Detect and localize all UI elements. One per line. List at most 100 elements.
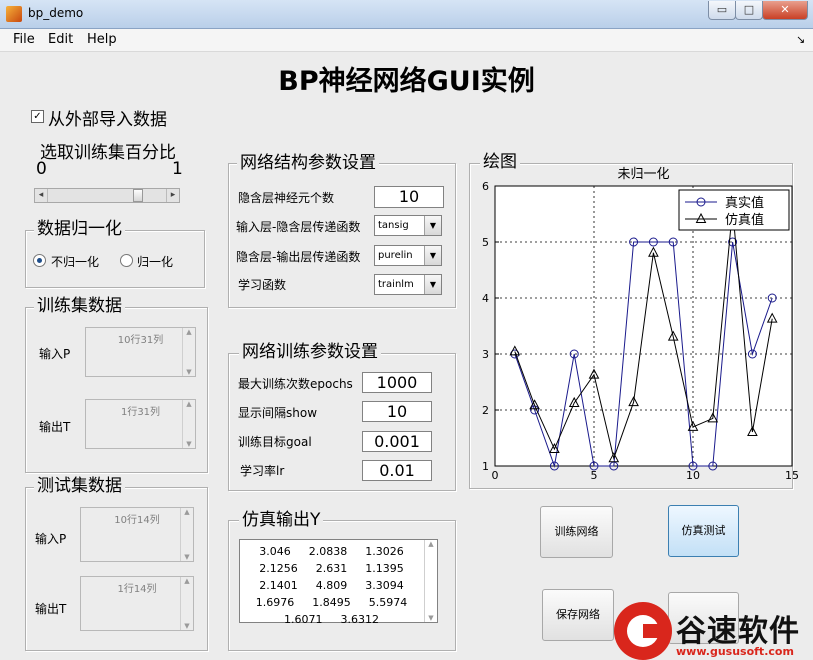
chevron-down-icon[interactable]: ▼ (424, 275, 441, 294)
output-cell: 1.8495 (312, 596, 351, 609)
in-hidden-fn-value: tansig (378, 220, 409, 231)
scroll-down-icon[interactable]: ▼ (183, 440, 195, 448)
radio-normalize-label: 归一化 (137, 255, 174, 269)
scroll-down-icon[interactable]: ▼ (425, 614, 437, 622)
scroll-down-icon[interactable]: ▼ (181, 553, 193, 561)
test-data-title: 测试集数据 (34, 476, 125, 496)
lr-label: 学习率lr (240, 464, 285, 478)
output-cell: 1.6976 (255, 596, 295, 609)
menu-bar (0, 29, 813, 52)
epochs-input[interactable]: 1000 (362, 372, 432, 393)
lr-input[interactable]: 0.01 (362, 460, 432, 481)
test-input-box[interactable]: 10行14列 ▲ ▼ (80, 507, 194, 562)
slider-right-arrow-icon[interactable]: ▸ (166, 189, 179, 202)
matlab-icon (6, 6, 22, 22)
test-input-label: 输入P (35, 532, 67, 546)
slider-left-arrow-icon[interactable]: ◂ (35, 189, 48, 202)
structure-title: 网络结构参数设置 (237, 153, 379, 173)
scroll-up-icon[interactable]: ▲ (425, 540, 437, 548)
output-cell: 3.3094 (365, 579, 404, 592)
scroll-up-icon[interactable]: ▲ (183, 400, 195, 408)
scroll-up-icon[interactable]: ▲ (183, 328, 195, 336)
radio-normalize[interactable] (120, 254, 133, 267)
radio-selected-dot (37, 258, 42, 263)
hidden-out-fn-select[interactable]: purelin ▼ (374, 245, 442, 266)
slider-thumb[interactable] (132, 189, 143, 202)
train-network-button[interactable]: 训练网络 (540, 506, 613, 558)
split-label: 选取训练集百分比 (40, 143, 176, 163)
radio-no-normalize-label: 不归一化 (51, 255, 100, 269)
sim-output-list[interactable]: 3.046 2.0838 1.3026 2.1256 2.631 1.1395 2.1401… (239, 539, 438, 626)
output-cell: 1.1395 (365, 562, 404, 575)
y-tick-label: 4 (482, 292, 489, 305)
test-input-value: 10行14列 (114, 515, 160, 526)
simulate-test-button[interactable]: 仿真测试 (668, 505, 739, 557)
train-output-label: 输出T (39, 420, 71, 434)
output-row: 1.6976 1.8495 5.5974 (240, 594, 423, 611)
training-title: 网络训练参数设置 (239, 342, 381, 362)
hidden-neurons-input[interactable]: 10 (374, 186, 444, 208)
output-cell: 1.3026 (365, 545, 404, 558)
in-hidden-fn-select[interactable]: tansig ▼ (374, 215, 442, 236)
epochs-label: 最大训练次数epochs (238, 377, 353, 391)
x-tick-label: 10 (686, 469, 700, 482)
y-tick-label: 2 (482, 404, 489, 417)
close-button[interactable]: ✕ (762, 1, 808, 20)
dock-icon[interactable]: ↘ (796, 33, 805, 46)
train-fn-label: 学习函数 (238, 278, 287, 292)
output-cell: 2.1401 (259, 579, 298, 592)
radio-no-normalize[interactable] (33, 254, 46, 267)
output-row: 2.1256 2.631 1.1395 (240, 560, 423, 577)
split-slider[interactable]: ◂ ▸ (34, 188, 180, 203)
hidden-out-fn-label: 隐含层-输出层传递函数 (236, 250, 361, 264)
window-title: bp_demo (28, 6, 84, 20)
chart-title: 未归一化 (617, 167, 669, 182)
legend-label-2: 仿真值 (725, 212, 764, 228)
chevron-down-icon[interactable]: ▼ (424, 216, 441, 235)
train-output-box[interactable]: 1行31列 ▲ ▼ (85, 399, 196, 449)
y-tick-label: 5 (482, 236, 489, 249)
output-cell: 3.046 (259, 545, 291, 558)
scroll-up-icon[interactable]: ▲ (181, 508, 193, 516)
split-min: 0 (36, 159, 47, 179)
page-title: BP神经网络GUI实例 (278, 66, 535, 97)
train-fn-select[interactable]: trainlm ▼ (374, 274, 442, 295)
brand-name: 谷速软件 (676, 614, 800, 649)
train-output-value: 1行31列 (120, 407, 161, 418)
y-tick-label: 6 (482, 180, 489, 193)
check-icon: ✓ (33, 111, 42, 122)
y-tick-label: 3 (482, 348, 489, 361)
output-cell: 2.631 (315, 562, 348, 575)
test-output-box[interactable]: 1行14列 ▲ ▼ (80, 576, 194, 631)
sim-output-title: 仿真输出Y (239, 510, 324, 530)
output-cell: 4.809 (315, 579, 348, 592)
show-input[interactable]: 10 (362, 401, 432, 422)
menu-file[interactable]: File (13, 32, 35, 47)
hidden-out-fn-value: purelin (378, 250, 413, 261)
menu-edit[interactable]: Edit (48, 32, 73, 47)
goal-input[interactable]: 0.001 (362, 431, 432, 452)
menu-help[interactable]: Help (87, 32, 117, 47)
save-network-button[interactable]: 保存网络 (542, 589, 614, 641)
output-cell: 2.1256 (259, 562, 298, 575)
train-input-label: 输入P (39, 347, 71, 361)
train-data-title: 训练集数据 (34, 296, 125, 316)
minimize-button[interactable]: ▭ (708, 1, 736, 20)
x-tick-label: 15 (785, 469, 799, 482)
normalize-panel-title: 数据归一化 (34, 219, 125, 239)
import-checkbox[interactable]: ✓ (31, 110, 44, 123)
scroll-down-icon[interactable]: ▼ (181, 622, 193, 630)
test-output-value: 1行14列 (117, 584, 157, 595)
chevron-down-icon[interactable]: ▼ (424, 246, 441, 265)
result-chart: 未归一化 0 5 10 15 1 2 3 4 5 6 真实值仿真值 (482, 167, 799, 482)
maximize-button[interactable]: □ (735, 1, 763, 20)
scroll-down-icon[interactable]: ▼ (183, 368, 195, 376)
brand-url: www.gususoft.com (676, 645, 794, 658)
show-label: 显示间隔show (238, 406, 318, 420)
output-cell: 2.0838 (308, 545, 348, 558)
legend-label-1: 真实值 (725, 195, 764, 211)
x-tick-label: 0 (492, 469, 499, 482)
scroll-up-icon[interactable]: ▲ (181, 577, 193, 585)
train-input-box[interactable]: 10行31列 ▲ ▼ (85, 327, 196, 377)
test-output-label: 输出T (35, 602, 67, 616)
